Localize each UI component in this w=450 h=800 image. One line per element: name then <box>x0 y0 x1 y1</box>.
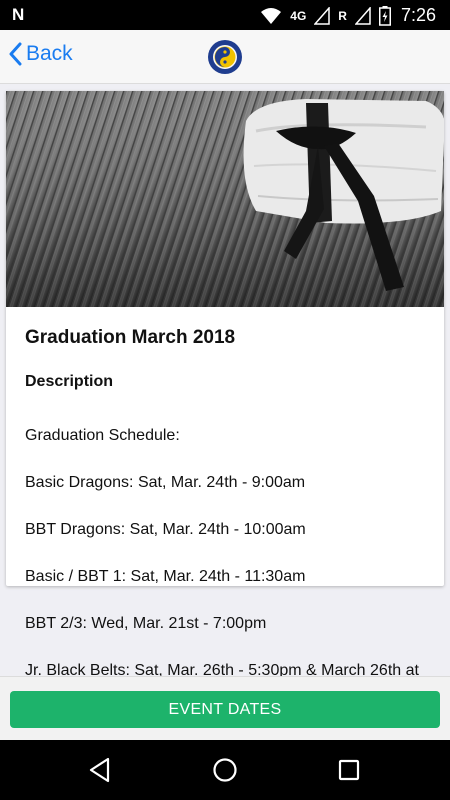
signal-icon <box>314 6 331 25</box>
description-line: BBT Dragons: Sat, Mar. 24th - 10:00am <box>25 520 306 538</box>
signal-icon-2 <box>354 6 371 25</box>
school-logo-icon <box>208 40 242 74</box>
nav-bar: Back <box>0 30 450 84</box>
back-triangle-icon[interactable] <box>88 757 112 783</box>
clock: 7:26 <box>400 5 436 25</box>
status-bar: N 4G R 7:26 <box>0 0 450 30</box>
status-icons: 4G R 7:26 <box>260 5 436 26</box>
description-line: Basic / BBT 1: Sat, Mar. 24th - 11:30am <box>25 567 306 585</box>
description-heading: Description <box>25 373 114 390</box>
roaming-label: R <box>338 8 347 23</box>
battery-icon <box>378 5 391 26</box>
bottom-bar: EVENT DATES <box>0 676 450 740</box>
home-circle-icon[interactable] <box>212 757 238 783</box>
event-dates-button[interactable]: EVENT DATES <box>10 691 440 728</box>
network-label: 4G <box>290 8 307 23</box>
wifi-icon <box>261 7 282 24</box>
description-line: Basic Dragons: Sat, Mar. 24th - 9:00am <box>25 473 306 491</box>
recents-square-icon[interactable] <box>338 759 360 781</box>
n-icon: N <box>12 5 25 24</box>
event-title: Graduation March 2018 <box>25 327 236 348</box>
event-image <box>6 91 444 307</box>
description-line: BBT 2/3: Wed, Mar. 21st - 7:00pm <box>25 614 267 632</box>
event-card: Graduation March 2018 Description Gradua… <box>6 91 444 702</box>
description-line: Graduation Schedule: <box>25 426 180 444</box>
chevron-left-icon <box>9 42 22 66</box>
system-nav-bar <box>0 740 450 800</box>
back-label: Back <box>26 42 73 65</box>
back-button[interactable]: Back <box>8 42 73 66</box>
